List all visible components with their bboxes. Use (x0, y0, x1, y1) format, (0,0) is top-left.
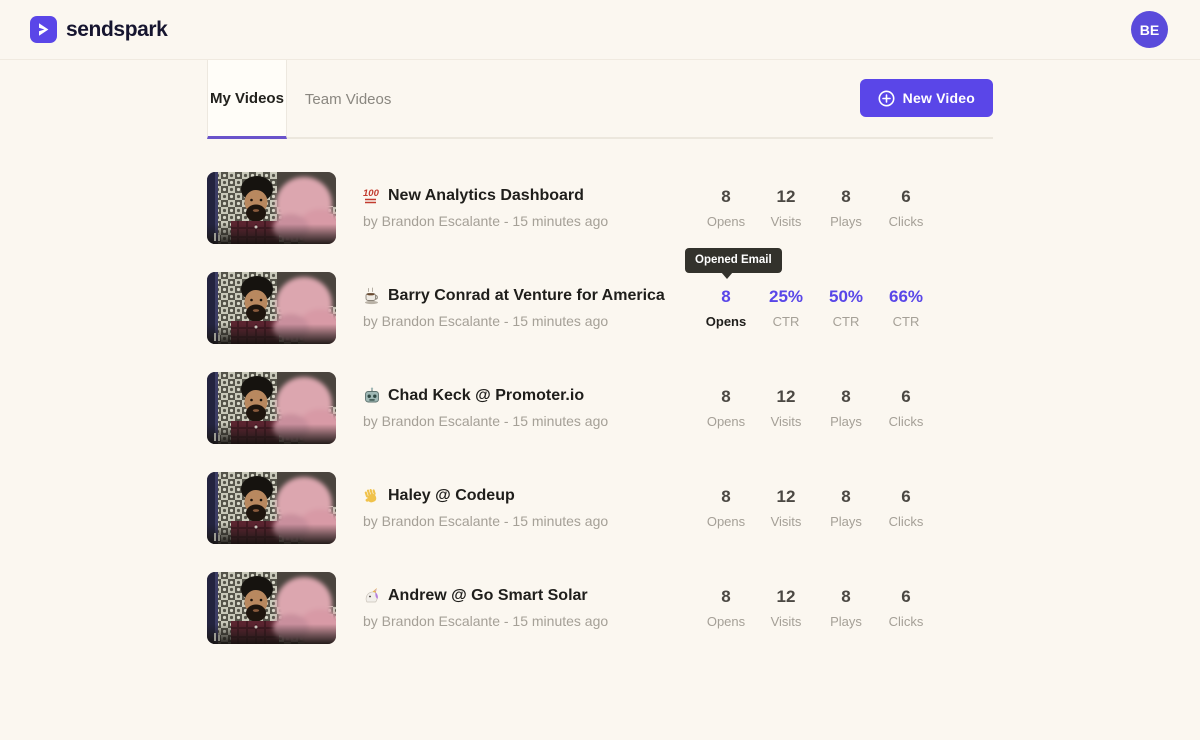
video-meta[interactable]: Chad Keck @ Promoter.io by Brandon Escal… (363, 387, 608, 429)
svg-text:100: 100 (363, 188, 380, 199)
stat-visits[interactable]: 12 Visits (756, 587, 816, 629)
sendspark-logo-icon (30, 16, 57, 43)
video-row: Chad Keck @ Promoter.io by Brandon Escal… (207, 358, 993, 458)
stat-plays[interactable]: 8 Plays (816, 187, 876, 229)
video-stats: 8 Opens 12 Visits 8 Plays 6 Clicks (696, 487, 936, 529)
stat-clicks[interactable]: 6 Clicks (876, 587, 936, 629)
coffee-emoji-icon (363, 287, 381, 305)
video-title: Chad Keck @ Promoter.io (388, 387, 584, 405)
user-avatar[interactable]: BE (1131, 11, 1168, 48)
stat-visits[interactable]: 12 Visits (756, 487, 816, 529)
video-byline: by Brandon Escalante - 15 minutes ago (363, 613, 608, 629)
stat-visits[interactable]: 12 Visits (756, 187, 816, 229)
opened-email-tooltip: Opened Email (685, 248, 782, 273)
video-thumbnail[interactable] (207, 372, 336, 444)
video-meta[interactable]: Haley @ Codeup by Brandon Escalante - 15… (363, 487, 608, 529)
video-stats: 8 Opens 12 Visits 8 Plays 6 Clicks (696, 187, 936, 229)
stat-visits[interactable]: 12 Visits (756, 387, 816, 429)
video-title: New Analytics Dashboard (388, 187, 584, 205)
sendspark-logo[interactable]: sendspark (30, 16, 167, 43)
video-byline: by Brandon Escalante - 15 minutes ago (363, 513, 608, 529)
video-thumbnail[interactable] (207, 472, 336, 544)
stat-clicks[interactable]: 6 Clicks (876, 487, 936, 529)
stat-opens[interactable]: 8 Opens (696, 287, 756, 329)
video-list: 100 New Analytics Dashboard by Brandon E… (207, 158, 993, 658)
video-stats: 8 Opens 25% CTR 50% CTR 66% CTR (696, 287, 936, 329)
video-byline: by Brandon Escalante - 15 minutes ago (363, 413, 608, 429)
unicorn-emoji-icon (363, 587, 381, 605)
video-meta[interactable]: Barry Conrad at Venture for America by B… (363, 287, 665, 329)
stat-plays[interactable]: 8 Plays (816, 387, 876, 429)
video-row: 100 New Analytics Dashboard by Brandon E… (207, 158, 993, 258)
hundred-points-emoji-icon: 100 (363, 187, 381, 205)
stat-ctr-clicks[interactable]: 66% CTR (876, 287, 936, 329)
tab-my-videos[interactable]: My Videos (207, 60, 287, 139)
new-video-label: New Video (903, 90, 975, 106)
video-thumbnail[interactable] (207, 272, 336, 344)
tab-bar: My Videos Team Videos New Video (207, 60, 993, 139)
video-title: Barry Conrad at Venture for America (388, 287, 665, 305)
video-row: Opened Email Barry Conrad at Venture for… (207, 258, 993, 358)
stat-opens[interactable]: 8 Opens (696, 387, 756, 429)
video-meta[interactable]: Andrew @ Go Smart Solar by Brandon Escal… (363, 587, 608, 629)
brand-wordmark: sendspark (66, 18, 167, 42)
robot-emoji-icon (363, 387, 381, 405)
main-content: My Videos Team Videos New Video 100 (207, 60, 993, 658)
stat-ctr-plays[interactable]: 50% CTR (816, 287, 876, 329)
video-meta[interactable]: 100 New Analytics Dashboard by Brandon E… (363, 187, 608, 229)
video-byline: by Brandon Escalante - 15 minutes ago (363, 313, 665, 329)
stat-plays[interactable]: 8 Plays (816, 587, 876, 629)
stat-opens[interactable]: 8 Opens (696, 487, 756, 529)
video-thumbnail[interactable] (207, 572, 336, 644)
video-thumbnail[interactable] (207, 172, 336, 244)
new-video-button[interactable]: New Video (860, 79, 993, 117)
video-stats: 8 Opens 12 Visits 8 Plays 6 Clicks (696, 387, 936, 429)
plus-circle-icon (878, 90, 895, 107)
video-title: Andrew @ Go Smart Solar (388, 587, 588, 605)
stat-plays[interactable]: 8 Plays (816, 487, 876, 529)
waving-hand-emoji-icon (363, 487, 381, 505)
stat-opens[interactable]: 8 Opens (696, 187, 756, 229)
tab-team-videos[interactable]: Team Videos (301, 60, 395, 139)
stat-ctr-visits[interactable]: 25% CTR (756, 287, 816, 329)
app-header: sendspark BE (0, 0, 1200, 60)
video-stats: 8 Opens 12 Visits 8 Plays 6 Clicks (696, 587, 936, 629)
video-byline: by Brandon Escalante - 15 minutes ago (363, 213, 608, 229)
stat-clicks[interactable]: 6 Clicks (876, 387, 936, 429)
stat-opens[interactable]: 8 Opens (696, 587, 756, 629)
video-title: Haley @ Codeup (388, 487, 515, 505)
video-row: Andrew @ Go Smart Solar by Brandon Escal… (207, 558, 993, 658)
stat-clicks[interactable]: 6 Clicks (876, 187, 936, 229)
video-row: Haley @ Codeup by Brandon Escalante - 15… (207, 458, 993, 558)
